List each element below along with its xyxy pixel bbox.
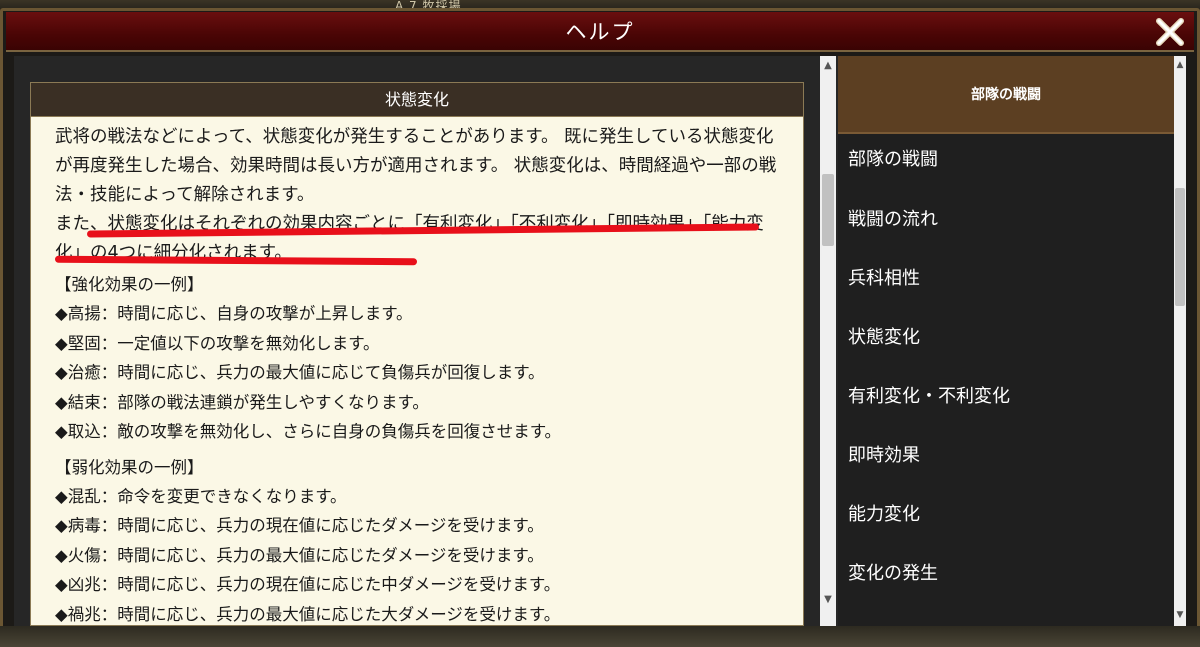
nav-header: 部隊の戦闘: [838, 56, 1174, 134]
scroll-up-icon[interactable]: ▲: [820, 58, 836, 74]
debuff-item: ◆凶兆：時間に応じ、兵力の現在値に応じた中ダメージを受けます。: [55, 575, 561, 594]
nav-item-buff-debuff[interactable]: 有利変化・不利変化: [838, 370, 1174, 429]
intro-paragraph: 武将の戦法などによって、状態変化が発生することがあります。 既に発生している状態…: [55, 127, 777, 205]
content-panel[interactable]: 状態変化 武将の戦法などによって、状態変化が発生することがあります。 既に発生し…: [30, 82, 804, 626]
help-body: 状態変化 武将の戦法などによって、状態変化が発生することがあります。 既に発生し…: [14, 56, 1186, 626]
debuff-item: ◆禍兆：時間に応じ、兵力の最大値に応じた大ダメージを受けます。: [55, 604, 561, 624]
nav-item-battle-flow[interactable]: 戦闘の流れ: [838, 193, 1174, 252]
content-body: 武将の戦法などによって、状態変化が発生することがあります。 既に発生している状態…: [31, 117, 803, 625]
debuff-item: ◆混乱：命令を変更できなくなります。: [55, 486, 347, 506]
content-scrollbar[interactable]: ▲ ▼: [820, 56, 836, 626]
nav-item-status-change[interactable]: 状態変化: [838, 311, 1174, 370]
window-title: ヘルプ: [565, 20, 635, 44]
buff-item: ◆堅固：一定値以下の攻撃を無効化します。: [55, 333, 380, 353]
close-button[interactable]: [1152, 14, 1188, 50]
scroll-down-icon[interactable]: ▼: [820, 592, 836, 608]
debuff-item: ◆病毒：時間に応じ、兵力の現在値に応じたダメージを受けます。: [55, 516, 544, 535]
help-topic-nav: 部隊の戦闘 部隊の戦闘 戦闘の流れ 兵科相性 状態変化 有利変化・不利変化 即時…: [838, 56, 1174, 626]
buff-heading: 【強化効果の一例】: [55, 275, 204, 294]
scroll-down-icon[interactable]: ▼: [1174, 608, 1186, 622]
nav-item-instant-effect[interactable]: 即時効果: [838, 429, 1174, 488]
debuff-item: ◆火傷：時間に応じ、兵力の最大値に応じたダメージを受けます。: [55, 545, 544, 565]
game-bottom-strip: [0, 626, 1200, 647]
nav-scrollbar[interactable]: ▲ ▼: [1174, 56, 1186, 626]
debuff-heading: 【弱化効果の一例】: [55, 457, 204, 477]
buff-item: ◆治癒：時間に応じ、兵力の最大値に応じて負傷兵が回復します。: [55, 363, 545, 382]
nav-item-stat-change[interactable]: 能力変化: [838, 488, 1174, 547]
buff-item: ◆結束：部隊の戦法連鎖が発生しやすくなります。: [55, 392, 429, 412]
content-scroll-thumb[interactable]: [822, 174, 834, 246]
buff-item: ◆取込：敵の攻撃を無効化し、さらに自身の負傷兵を回復させます。: [55, 422, 562, 441]
close-icon: [1156, 18, 1184, 46]
buff-item: ◆高揚：時間に応じ、自身の攻撃が上昇します。: [55, 304, 413, 323]
nav-item-unit-affinity[interactable]: 兵科相性: [838, 252, 1174, 311]
content-header: 状態変化: [31, 83, 803, 117]
nav-item-unit-battle[interactable]: 部隊の戦闘: [838, 134, 1174, 193]
nav-scroll-thumb[interactable]: [1175, 188, 1185, 306]
nav-item-change-trigger[interactable]: 変化の発生: [838, 547, 1174, 606]
title-bar: ヘルプ: [6, 12, 1194, 52]
scroll-up-icon[interactable]: ▲: [1174, 58, 1186, 72]
